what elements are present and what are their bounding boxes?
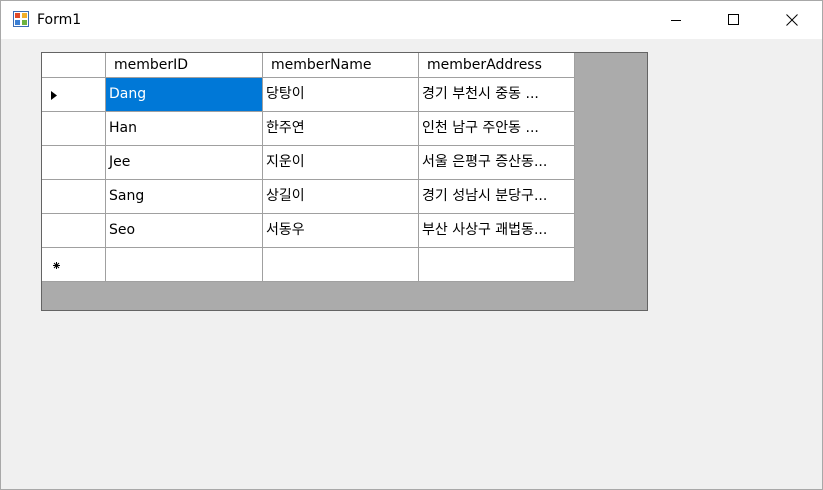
cell-member-name[interactable]: 서동우 [263, 214, 419, 248]
cell-member-address[interactable]: 경기 성남시 분당구... [419, 180, 575, 214]
maximize-icon [728, 14, 739, 25]
close-button[interactable] [763, 1, 821, 39]
cell-member-name[interactable]: 지운이 [263, 146, 419, 180]
row-header[interactable] [42, 78, 106, 112]
cell-member-address[interactable]: 부산 사상구 괘법동... [419, 214, 575, 248]
column-header-memberid[interactable]: memberID [106, 53, 263, 78]
new-row-cell-member-name[interactable] [263, 248, 419, 282]
cell-member-address[interactable]: 서울 은평구 증산동... [419, 146, 575, 180]
column-header-memberaddress[interactable]: memberAddress [419, 53, 575, 78]
title-bar: Form1 [1, 1, 822, 39]
cell-member-id[interactable]: Sang [106, 180, 263, 214]
cell-member-id[interactable]: Dang [106, 78, 263, 112]
cell-member-id[interactable]: Jee [106, 146, 263, 180]
app-form-icon [13, 11, 29, 27]
new-row-cell-member-id[interactable] [106, 248, 263, 282]
column-header-membername[interactable]: memberName [263, 53, 419, 78]
new-row-header[interactable] [42, 248, 106, 282]
window-title: Form1 [37, 12, 82, 28]
cell-member-address[interactable]: 경기 부천시 중동 ... [419, 78, 575, 112]
new-row-asterisk-icon [53, 262, 60, 269]
cell-member-id[interactable]: Han [106, 112, 263, 146]
maximize-button[interactable] [705, 1, 763, 39]
member-data-grid[interactable]: memberID memberName memberAddress Dang 당… [41, 52, 648, 311]
cell-member-id[interactable]: Seo [106, 214, 263, 248]
close-icon [786, 14, 798, 26]
current-row-arrow-icon [51, 91, 57, 100]
form1-window: Form1 memberID memberName memberAddress [0, 0, 823, 490]
cell-member-name[interactable]: 당탕이 [263, 78, 419, 112]
row-header[interactable] [42, 146, 106, 180]
row-header[interactable] [42, 112, 106, 146]
cell-member-name[interactable]: 한주연 [263, 112, 419, 146]
row-header[interactable] [42, 214, 106, 248]
minimize-icon [671, 20, 681, 21]
minimize-button[interactable] [647, 1, 705, 39]
new-row-cell-member-address[interactable] [419, 248, 575, 282]
cell-member-name[interactable]: 상길이 [263, 180, 419, 214]
cell-member-address[interactable]: 인천 남구 주안동 ... [419, 112, 575, 146]
grid-corner-header[interactable] [42, 53, 106, 78]
row-header[interactable] [42, 180, 106, 214]
